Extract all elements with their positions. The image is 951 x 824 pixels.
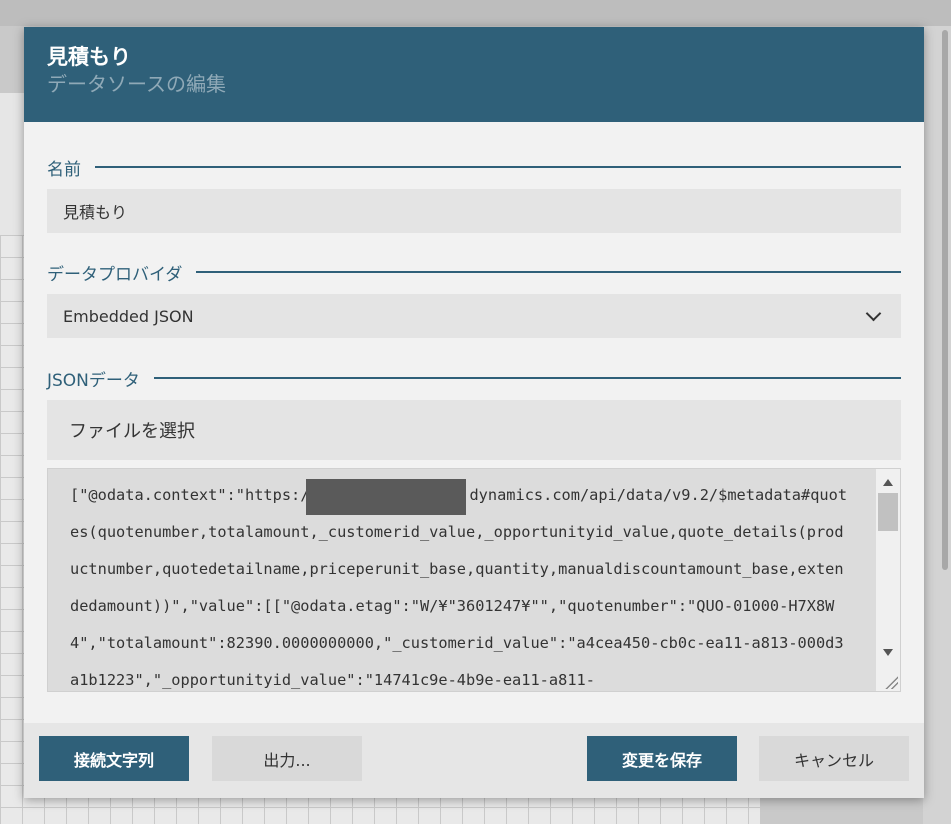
provider-label-row: データプロバイダ — [47, 260, 901, 285]
json-label: JSONデータ — [47, 370, 140, 391]
dialog-header: 見積もり データソースの編集 — [24, 27, 924, 122]
chevron-down-icon — [865, 305, 882, 322]
name-label: 名前 — [47, 159, 81, 180]
scroll-down-arrow-icon[interactable] — [883, 649, 893, 656]
json-content-rest: dynamics.com/api/data/v9.2/$metadata#quo… — [70, 486, 848, 689]
redacted-block — [306, 479, 466, 515]
dialog-title: 見積もり — [47, 45, 131, 69]
save-changes-button[interactable]: 変更を保存 — [587, 736, 737, 781]
name-divider — [95, 166, 901, 168]
provider-section: データプロバイダ Embedded JSON — [47, 260, 901, 338]
choose-file-label: ファイルを選択 — [69, 421, 195, 442]
provider-label: データプロバイダ — [47, 264, 183, 285]
name-section: 名前 見積もり — [47, 155, 901, 233]
resize-grip-icon[interactable] — [884, 675, 898, 689]
cancel-button[interactable]: キャンセル — [759, 736, 909, 781]
provider-select-value: Embedded JSON — [63, 306, 194, 326]
scrollbar-thumb[interactable] — [878, 493, 898, 531]
background-toolbar — [0, 0, 951, 26]
connection-string-button[interactable]: 接続文字列 — [39, 736, 189, 781]
json-content-start: ["@odata.context":"https:/ — [70, 486, 310, 504]
json-section: JSONデータ ファイルを選択 — [47, 366, 901, 460]
name-input-value: 見積もり — [63, 203, 128, 222]
json-textarea[interactable]: ["@odata.context":"https:/dynamics.com/a… — [47, 468, 901, 692]
export-button[interactable]: 出力... — [212, 736, 362, 781]
dialog-footer: 接続文字列 出力... 変更を保存 キャンセル — [24, 723, 924, 798]
dialog-subtitle: データソースの編集 — [47, 72, 226, 96]
provider-divider — [196, 271, 901, 273]
json-label-row: JSONデータ — [47, 366, 901, 391]
choose-file-button[interactable]: ファイルを選択 — [47, 400, 901, 460]
json-divider — [153, 377, 901, 379]
name-input[interactable]: 見積もり — [47, 189, 901, 233]
background-scrollbar[interactable] — [942, 30, 948, 570]
provider-select[interactable]: Embedded JSON — [47, 294, 901, 338]
edit-datasource-dialog: 見積もり データソースの編集 名前 見積もり データプロバイダ Embedded… — [24, 27, 924, 798]
name-label-row: 名前 — [47, 155, 901, 180]
json-scrollbar[interactable] — [876, 469, 900, 691]
scroll-up-arrow-icon[interactable] — [883, 479, 893, 486]
